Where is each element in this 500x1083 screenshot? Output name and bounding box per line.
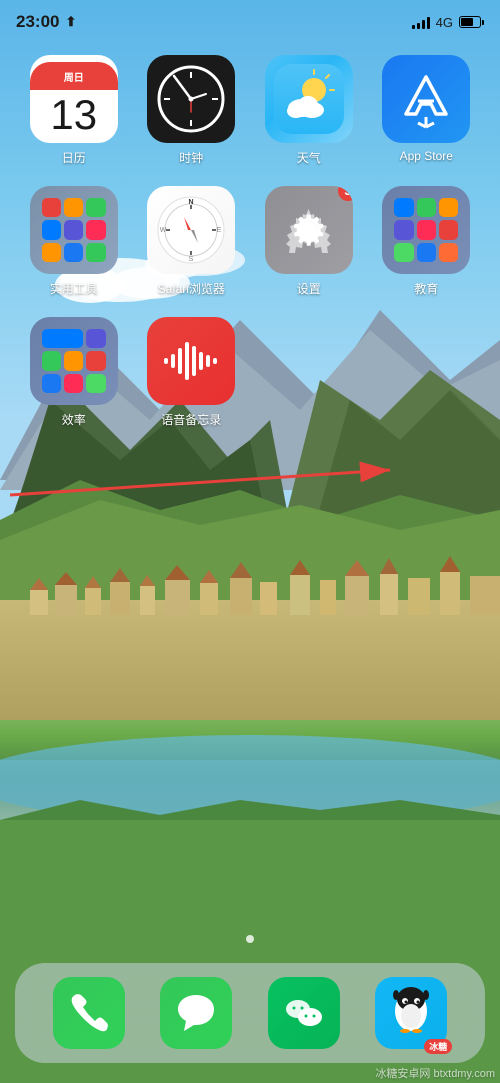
signal-bar-1 <box>412 25 415 29</box>
battery-indicator <box>459 16 484 28</box>
mini-icon-3 <box>86 198 105 217</box>
dock-app-qq[interactable]: 冰糖 <box>375 977 447 1049</box>
calendar-weekday: 周日 <box>64 69 84 84</box>
edu-mini-5 <box>417 220 436 239</box>
mini-icon-5 <box>64 220 83 239</box>
eff-mini-3 <box>42 351 61 370</box>
folder-grid-efficiency <box>36 323 112 399</box>
voicememo-icon <box>161 336 221 386</box>
edu-mini-2 <box>417 198 436 217</box>
location-icon: ⬆ <box>65 14 76 30</box>
edu-mini-6 <box>439 220 458 239</box>
calendar-header: 周日 <box>30 62 118 90</box>
eff-mini-2 <box>86 329 105 348</box>
dock-app-messages[interactable] <box>160 977 232 1049</box>
signal-bar-4 <box>427 17 430 29</box>
app-education[interactable]: 教育 <box>373 186 481 297</box>
eff-mini-6 <box>42 374 61 393</box>
signal-bars <box>412 15 430 29</box>
signal-bar-2 <box>417 23 420 29</box>
svg-text:S: S <box>189 256 194 263</box>
edu-mini-7 <box>394 243 413 262</box>
svg-text:E: E <box>217 227 222 234</box>
edu-mini-3 <box>439 198 458 217</box>
mini-icon-7 <box>42 243 61 262</box>
watermark: 冰糖安卓网 btxtdmy.com <box>375 1065 495 1081</box>
folder-grid-education <box>388 192 464 268</box>
dock: 冰糖 <box>15 963 485 1063</box>
app-label-weather: 天气 <box>297 149 321 166</box>
appstore-icon <box>396 69 456 129</box>
clock-icon <box>156 64 226 134</box>
weather-icon <box>274 64 344 134</box>
app-label-education: 教育 <box>414 280 438 297</box>
status-right: 4G <box>412 15 484 30</box>
app-label-appstore: App Store <box>400 149 453 163</box>
svg-text:N: N <box>189 199 194 206</box>
app-safari[interactable]: N S W E Safari浏览器 <box>138 186 246 297</box>
calendar-day: 13 <box>50 94 97 136</box>
app-label-safari: Safari浏览器 <box>158 280 225 297</box>
app-label-clock: 时钟 <box>179 149 203 166</box>
app-utilities[interactable]: 实用工具 <box>20 186 128 297</box>
mini-icon-4 <box>42 220 61 239</box>
app-clock[interactable]: 时钟 <box>138 55 246 166</box>
edu-mini-1 <box>394 198 413 217</box>
mini-icon-9 <box>86 243 105 262</box>
mini-icon-8 <box>64 243 83 262</box>
qq-icon <box>386 983 436 1043</box>
dock-app-phone[interactable] <box>53 977 125 1049</box>
app-label-voicememo: 语音备忘录 <box>161 411 221 428</box>
apps-grid: 周日 13 日历 时钟 <box>0 55 500 428</box>
status-left: 23:00 ⬆ <box>16 12 76 32</box>
qq-badge: 冰糖 <box>424 1039 452 1054</box>
dock-app-wechat[interactable] <box>268 977 340 1049</box>
edu-mini-8 <box>417 243 436 262</box>
time-display: 23:00 <box>16 12 59 32</box>
app-label-utilities: 实用工具 <box>50 280 98 297</box>
page-dot <box>246 935 254 943</box>
edu-mini-9 <box>439 243 458 262</box>
eff-mini-7 <box>64 374 83 393</box>
app-efficiency[interactable]: 效率 <box>20 317 128 428</box>
eff-mini-8 <box>86 374 105 393</box>
app-label-efficiency: 效率 <box>62 411 86 428</box>
mini-icon-6 <box>86 220 105 239</box>
app-label-settings: 设置 <box>297 280 321 297</box>
svg-text:W: W <box>160 227 167 234</box>
mini-icon-1 <box>42 198 61 217</box>
eff-mini-5 <box>86 351 105 370</box>
app-weather[interactable]: 天气 <box>255 55 363 166</box>
mini-icon-2 <box>64 198 83 217</box>
app-appstore[interactable]: App Store <box>373 55 481 166</box>
folder-grid-utilities <box>36 192 112 268</box>
safari-icon: N S W E <box>156 195 226 265</box>
app-calendar[interactable]: 周日 13 日历 <box>20 55 128 166</box>
edu-mini-4 <box>394 220 413 239</box>
app-settings[interactable]: ⚙ 3 设置 <box>255 186 363 297</box>
phone-icon <box>67 991 111 1035</box>
settings-gear: ⚙ <box>290 206 328 255</box>
settings-badge: 3 <box>338 186 353 201</box>
eff-mini-4 <box>64 351 83 370</box>
signal-bar-3 <box>422 20 425 29</box>
app-voicememo[interactable]: 语音备忘录 <box>138 317 246 428</box>
eff-mini-1 <box>42 329 84 348</box>
network-type: 4G <box>436 15 453 30</box>
app-label-calendar: 日历 <box>62 149 86 166</box>
messages-icon <box>174 991 218 1035</box>
wechat-icon <box>282 991 326 1035</box>
status-bar: 23:00 ⬆ 4G <box>0 0 500 44</box>
